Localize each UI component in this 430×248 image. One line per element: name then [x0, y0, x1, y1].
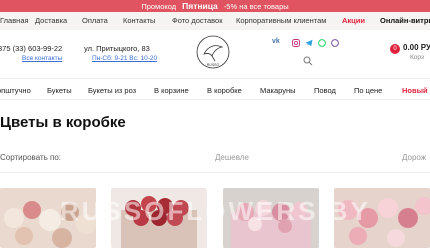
search-icon[interactable] — [303, 56, 313, 66]
divider — [0, 172, 430, 173]
nav-item-sale[interactable]: Акции — [342, 16, 365, 25]
nav-item-corporate[interactable]: Корпоративным клиентам — [236, 16, 326, 25]
product-card[interactable] — [111, 188, 207, 248]
sort-label: Сортировать по: — [0, 153, 62, 162]
product-image — [0, 188, 96, 248]
page-title: Цветы в коробке — [0, 114, 126, 131]
sort-expensive[interactable]: Дорож — [402, 153, 426, 162]
address: ул. Притыцкого, 83 — [84, 44, 150, 53]
contacts-link[interactable]: Все контакты — [22, 55, 62, 62]
sort-cheaper[interactable]: Дешевле — [215, 153, 249, 162]
whatsapp-icon[interactable] — [318, 39, 326, 47]
cart-total[interactable]: 0.00 РУ — [403, 43, 430, 52]
category-item[interactable]: Букеты из роз — [88, 86, 136, 95]
phone-number[interactable]: 375 (33) 603-99-22 — [0, 44, 62, 53]
product-card[interactable] — [334, 188, 430, 248]
category-item[interactable]: општучно — [0, 86, 31, 95]
top-nav: Главная Доставка Оплата Контакты Фото до… — [0, 12, 430, 30]
category-item[interactable]: Букеты — [47, 86, 72, 95]
category-item[interactable]: В корзине — [154, 86, 189, 95]
product-image — [111, 188, 207, 248]
category-item[interactable]: Макаруны — [260, 86, 296, 95]
product-card[interactable] — [223, 188, 319, 248]
category-item[interactable]: В коробке — [207, 86, 242, 95]
instagram-icon[interactable] — [292, 39, 300, 47]
nav-item-contacts[interactable]: Контакты — [123, 16, 155, 25]
sort-bar: Сортировать по: Дешевле Дорож — [0, 150, 430, 166]
promo-code: Пятница — [182, 1, 218, 11]
viber-icon[interactable] — [331, 39, 339, 47]
promo-prefix: Промокод — [141, 1, 177, 11]
product-image — [334, 188, 430, 248]
watermark: RUSSOFLOWERS.BY — [60, 196, 371, 226]
cart-label[interactable]: Корз — [410, 54, 424, 61]
logo[interactable]: RUSSO — [195, 34, 231, 70]
header: 375 (33) 603-99-22 Все контакты ул. Прит… — [0, 30, 430, 78]
product-card[interactable] — [0, 188, 96, 248]
telegram-icon[interactable] — [305, 39, 313, 47]
category-item[interactable]: По цене — [354, 86, 382, 95]
category-menu: општучно Букеты Букеты из роз В корзине … — [0, 78, 430, 100]
nav-item-delivery[interactable]: Доставка — [35, 16, 67, 25]
nav-item-home[interactable]: Главная — [0, 16, 29, 25]
cart-count-badge[interactable]: 0 — [390, 44, 400, 54]
nav-item-payment[interactable]: Оплата — [82, 16, 108, 25]
category-item-new[interactable]: Новый г — [402, 86, 430, 95]
vk-icon[interactable]: vk — [272, 38, 280, 45]
product-image — [223, 188, 319, 248]
nav-item-photo-delivery[interactable]: Фото доставок — [172, 16, 223, 25]
logo-text: RUSSO — [207, 63, 220, 67]
category-item[interactable]: Повод — [314, 86, 336, 95]
promo-bar: Промокод Пятница -5% на все товары — [0, 0, 430, 12]
nav-item-online[interactable]: Онлайн-витри — [380, 16, 430, 25]
promo-text: -5% на все товары — [223, 1, 289, 11]
hours-link[interactable]: Пн-Сб: 9-21 Вс: 10-20 — [92, 55, 157, 62]
